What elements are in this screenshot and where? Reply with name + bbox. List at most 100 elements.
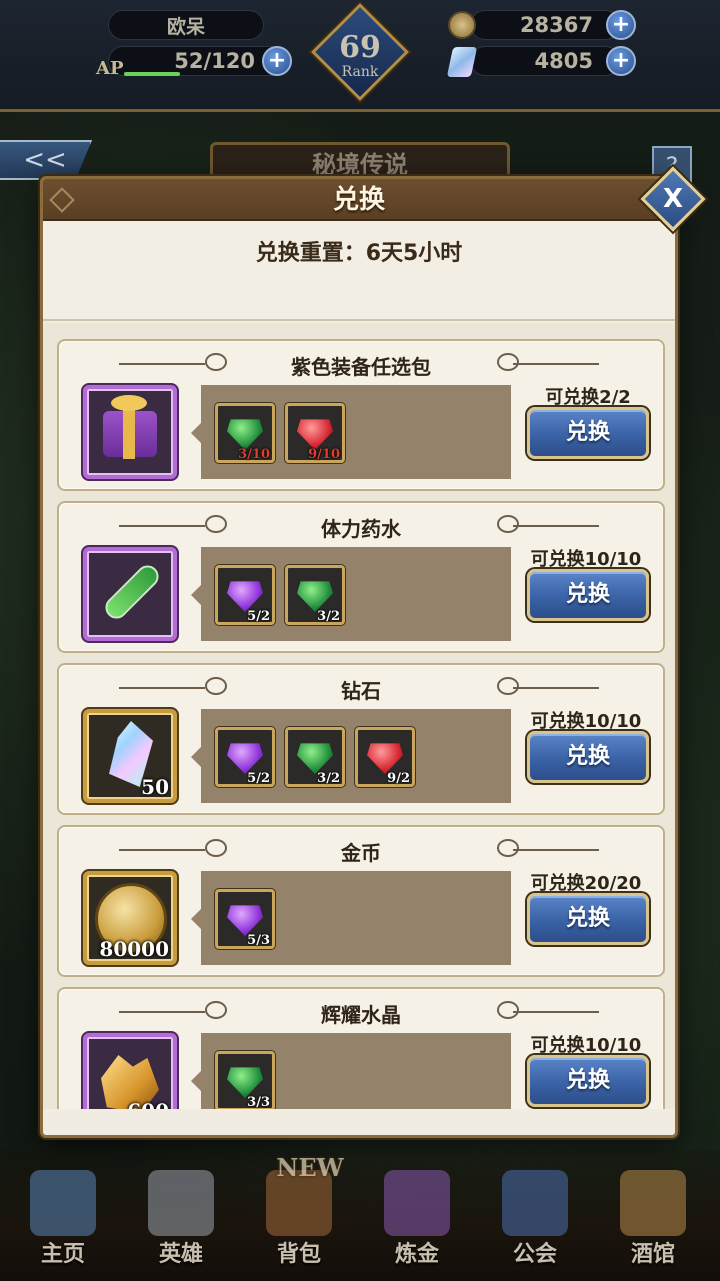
- nav-item-helmet[interactable]: 英雄: [126, 1150, 236, 1281]
- exchange-button[interactable]: 兑换: [527, 569, 649, 621]
- potion-icon[interactable]: [83, 547, 177, 641]
- castle-icon: [30, 1170, 96, 1236]
- nav-item-castle[interactable]: 主页: [8, 1150, 118, 1281]
- nav-item-mug[interactable]: 酒馆: [598, 1150, 708, 1281]
- rank-value: 69: [339, 30, 381, 65]
- rank-label: Rank: [341, 64, 379, 80]
- coin-counter: 28367: [470, 10, 620, 40]
- flourish-right: [513, 687, 599, 689]
- cost-panel-notch: [191, 423, 201, 443]
- nav-label: 公会: [512, 1242, 557, 1267]
- cost-panel: 5/2 3/2 9/2: [201, 709, 511, 803]
- cost-count: 9/2: [387, 771, 410, 786]
- player-name: 欧呆: [108, 10, 264, 40]
- cost-panel-notch: [191, 909, 201, 929]
- close-icon: X: [662, 184, 684, 214]
- coin-add-button[interactable]: +: [606, 10, 636, 40]
- cost-count: 3/3: [247, 1095, 270, 1109]
- cost-panel: 3/10 9/10: [201, 385, 511, 479]
- cost-count: 3/2: [317, 609, 340, 624]
- item-name: 辉耀水晶: [321, 1003, 401, 1027]
- exchange-button[interactable]: 兑换: [527, 1055, 649, 1107]
- flourish-right: [513, 525, 599, 527]
- exchange-card: 体力药水 5/2 3/2 可兑换10/10 兑换: [57, 501, 665, 653]
- coin-icon: [448, 11, 476, 39]
- swirl-ornament-right: [497, 515, 519, 533]
- new-badge: NEW: [276, 1153, 344, 1182]
- modal-header: 兑换: [43, 179, 675, 221]
- cost-count: 3/10: [238, 447, 270, 462]
- exchange-modal: 兑换 兑换重置：6天5小时 紫色装备任选包 3/10 9/10 可兑换2/2 兑…: [40, 176, 678, 1138]
- swirl-ornament-right: [497, 353, 519, 371]
- reset-timer: 兑换重置：6天5小时: [255, 241, 463, 266]
- nav-item-flask[interactable]: 炼金: [362, 1150, 472, 1281]
- nav-label: 背包: [276, 1242, 321, 1267]
- exchange-limit: 可兑换10/10: [530, 549, 642, 570]
- exchange-card: 紫色装备任选包 3/10 9/10 可兑换2/2 兑换: [57, 339, 665, 491]
- reset-info: 兑换重置：6天5小时: [43, 221, 675, 321]
- reward-quantity: 50: [141, 775, 169, 799]
- gem-counter: 4805: [470, 46, 620, 76]
- green-gem-icon: [227, 419, 263, 450]
- flourish-right: [513, 849, 599, 851]
- item-name: 体力药水: [321, 517, 401, 541]
- gold-coin-icon[interactable]: 80000: [83, 871, 177, 965]
- purple-gem-cost: 5/2: [215, 727, 275, 787]
- cost-panel: 5/2 3/2: [201, 547, 511, 641]
- ap-progress-bar: [124, 72, 180, 76]
- flask-icon: [384, 1170, 450, 1236]
- cost-panel: 3/3: [201, 1033, 511, 1109]
- purple-gem-icon: [227, 743, 263, 774]
- exchange-card: 辉耀水晶 600 3/3 可兑换10/10 兑换: [57, 987, 665, 1109]
- cost-count: 3/2: [317, 771, 340, 786]
- modal-title: 兑换: [332, 185, 385, 215]
- exchange-button[interactable]: 兑换: [527, 407, 649, 459]
- bottom-nav: 主页 英雄 背包 炼金 公会 酒馆: [0, 1150, 720, 1281]
- nav-label: 主页: [40, 1242, 85, 1267]
- green-gem-icon: [227, 1067, 263, 1098]
- exchange-button[interactable]: 兑换: [527, 893, 649, 945]
- green-gem-cost: 3/2: [285, 727, 345, 787]
- gift-box-icon[interactable]: [83, 385, 177, 479]
- purple-gem-icon: [227, 581, 263, 612]
- gem-add-button[interactable]: +: [606, 46, 636, 76]
- item-name: 金币: [341, 841, 381, 865]
- exchange-limit: 可兑换10/10: [530, 711, 642, 732]
- nav-label: 炼金: [394, 1242, 439, 1267]
- cost-count: 5/2: [247, 771, 270, 786]
- ap-add-button[interactable]: +: [262, 46, 292, 76]
- flourish-right: [513, 1011, 599, 1013]
- flourish-right: [513, 363, 599, 365]
- cost-panel-notch: [191, 1071, 201, 1091]
- green-gem-icon: [297, 743, 333, 774]
- exchange-button[interactable]: 兑换: [527, 731, 649, 783]
- top-hud: 欧呆 52/120 AP + 69 Rank 28367 + 4805 +: [0, 0, 720, 112]
- nav-label: 英雄: [158, 1242, 203, 1267]
- exchange-limit: 可兑换2/2: [545, 387, 631, 408]
- cost-count: 5/2: [247, 609, 270, 624]
- nav-label: 酒馆: [630, 1242, 675, 1267]
- swirl-ornament-right: [497, 839, 519, 857]
- cost-count: 5/3: [247, 933, 270, 948]
- nav-item-shield[interactable]: 公会: [480, 1150, 590, 1281]
- swirl-ornament-right: [497, 677, 519, 695]
- exchange-limit: 可兑换20/20: [530, 873, 642, 894]
- exchange-list[interactable]: 紫色装备任选包 3/10 9/10 可兑换2/2 兑换 体力药水 5/2 3/2…: [43, 323, 675, 1109]
- item-name: 钻石: [341, 679, 381, 703]
- green-gem-cost: 3/3: [215, 1051, 275, 1109]
- diamond-icon[interactable]: 50: [83, 709, 177, 803]
- exchange-card: 金币 80000 5/3 可兑换20/20 兑换: [57, 825, 665, 977]
- green-gem-cost: 3/10: [215, 403, 275, 463]
- purple-gem-cost: 5/3: [215, 889, 275, 949]
- red-gem-cost: 9/10: [285, 403, 345, 463]
- red-gem-cost: 9/2: [355, 727, 415, 787]
- green-gem-icon: [297, 581, 333, 612]
- crystal-icon[interactable]: 600: [83, 1033, 177, 1109]
- helmet-icon: [148, 1170, 214, 1236]
- ap-label: AP: [96, 58, 124, 79]
- swirl-ornament-right: [497, 1001, 519, 1019]
- reward-quantity: 600: [127, 1099, 169, 1109]
- exchange-limit: 可兑换10/10: [530, 1035, 642, 1056]
- cost-panel: 5/3: [201, 871, 511, 965]
- cost-panel-notch: [191, 747, 201, 767]
